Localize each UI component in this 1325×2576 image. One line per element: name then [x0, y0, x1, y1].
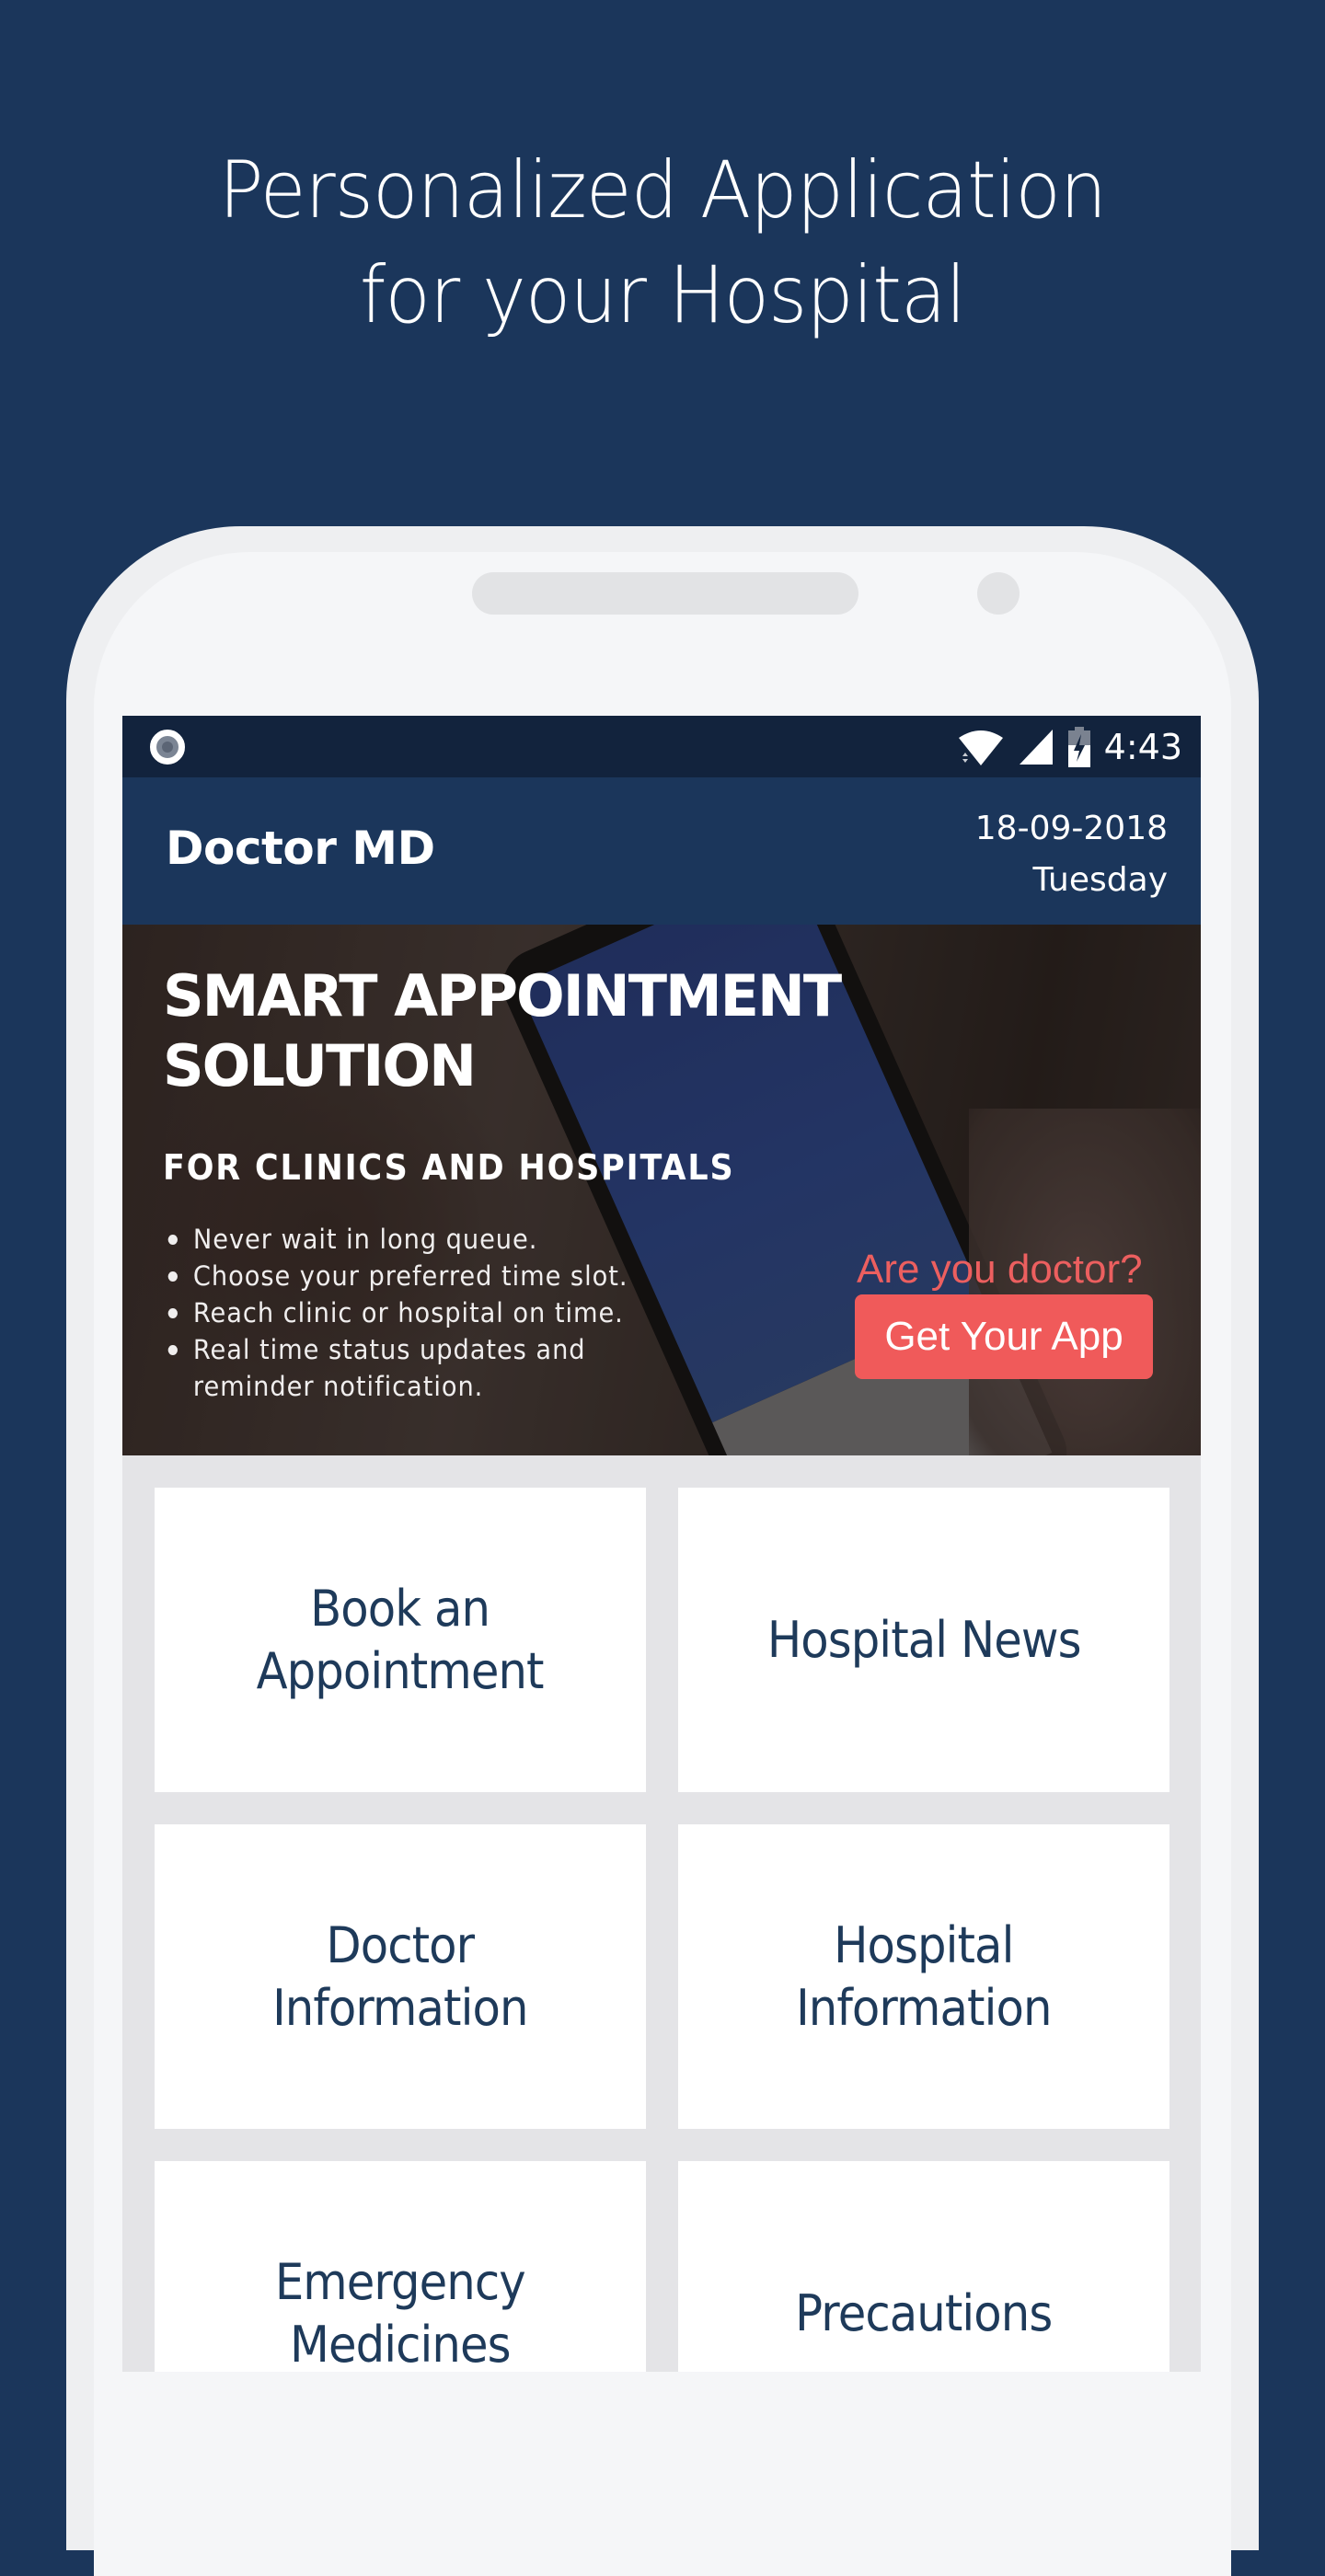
battery-charging-icon — [1067, 726, 1090, 767]
menu-doctor-information[interactable]: Doctor Information — [155, 1824, 646, 2129]
banner-feature-list: Never wait in long queue. Choose your pr… — [163, 1221, 658, 1405]
menu-hospital-news[interactable]: Hospital News — [678, 1488, 1169, 1792]
app-title: Doctor MD — [166, 822, 435, 875]
cta-question: Are you doctor? — [857, 1247, 1143, 1292]
date-text: 18-09-2018 — [974, 810, 1168, 847]
menu-precautions[interactable]: Precautions — [678, 2161, 1169, 2372]
app-bar: Doctor MD 18-09-2018 Tuesday — [122, 777, 1201, 925]
wifi-icon — [958, 730, 1003, 765]
menu-emergency-medicines[interactable]: Emergency Medicines — [155, 2161, 646, 2372]
promo-banner-carousel[interactable]: SMART APPOINTMENT SOLUTION FOR CLINICS A… — [122, 925, 1201, 1455]
menu-hospital-information[interactable]: Hospital Information — [678, 1824, 1169, 2129]
menu-grid: Book an Appointment Hospital News Doctor… — [155, 1488, 1169, 2372]
weekday-text: Tuesday — [1032, 861, 1168, 899]
headline-line-2: for your Hospital — [359, 249, 966, 341]
promo-headline: Personalized Application for your Hospit… — [0, 138, 1325, 348]
feature-item: Never wait in long queue. — [163, 1221, 628, 1258]
banner-title: SMART APPOINTMENT SOLUTION — [163, 962, 842, 1099]
get-your-app-button[interactable]: Get Your App — [855, 1294, 1153, 1379]
headline-line-1: Personalized Application — [218, 144, 1107, 236]
status-time: 4:43 — [1103, 726, 1182, 767]
phone-camera — [977, 572, 1020, 615]
status-bar: 4:43 — [122, 716, 1201, 777]
circle-notification-icon — [150, 730, 185, 765]
cellular-signal-icon — [1019, 729, 1053, 765]
phone-screen: 4:43 Doctor MD 18-09-2018 Tuesday SMART … — [122, 716, 1201, 2372]
menu-book-appointment[interactable]: Book an Appointment — [155, 1488, 646, 1792]
banner-subtitle: FOR CLINICS AND HOSPITALS — [163, 1147, 735, 1188]
feature-item: Reach clinic or hospital on time. — [163, 1294, 628, 1331]
status-icons: 4:43 — [957, 716, 1182, 777]
feature-item: Real time status updates and reminder no… — [163, 1331, 628, 1405]
date-display: 18-09-2018 Tuesday — [975, 803, 1168, 906]
phone-speaker — [472, 572, 858, 615]
feature-item: Choose your preferred time slot. — [163, 1258, 628, 1294]
